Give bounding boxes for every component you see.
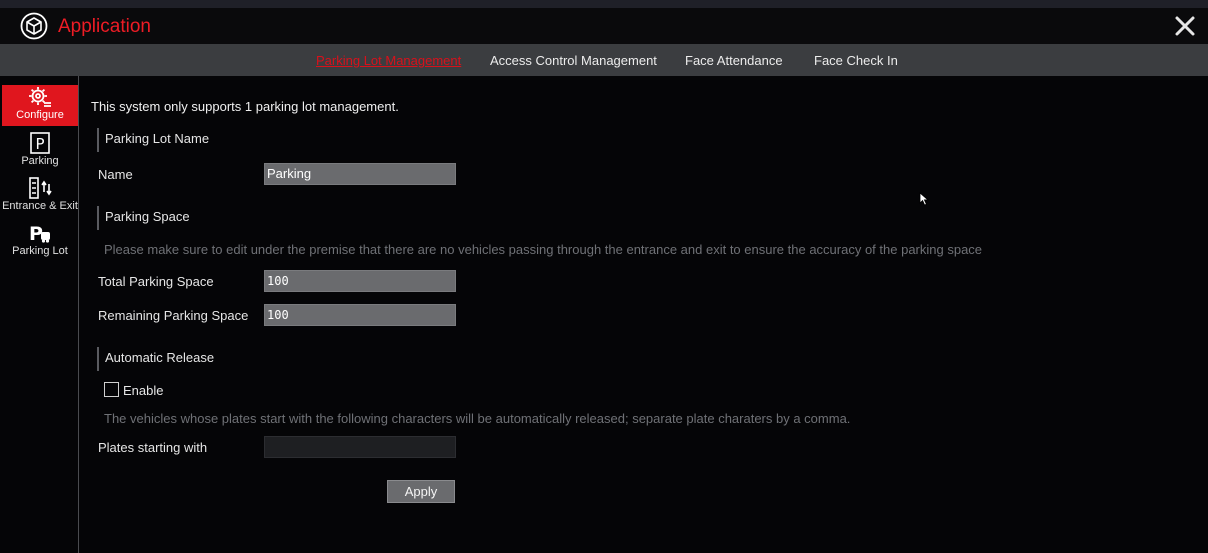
remaining-parking-space-label: Remaining Parking Space: [98, 308, 249, 323]
section-parking-space: Parking Space: [97, 206, 190, 230]
section-parking-lot-name: Parking Lot Name: [97, 128, 209, 152]
gear-icon: [29, 87, 51, 107]
sidebar-item-entrance-exit-label: Entrance & Exit: [2, 200, 78, 212]
plates-starting-with-field[interactable]: [264, 436, 456, 458]
sidebar-item-configure[interactable]: Configure: [2, 85, 78, 126]
apply-button[interactable]: Apply: [387, 480, 455, 503]
sidebar-item-configure-label: Configure: [16, 109, 64, 121]
sidebar-item-parking-lot-label: Parking Lot: [12, 245, 68, 257]
release-hint: The vehicles whose plates start with the…: [104, 411, 851, 426]
app-title: Application: [58, 16, 151, 37]
main-content: This system only supports 1 parking lot …: [79, 76, 1208, 553]
tab-face-attendance[interactable]: Face Attendance: [685, 53, 783, 68]
svg-text:P: P: [35, 135, 44, 153]
enable-label: Enable: [123, 383, 164, 398]
title-bar: Application: [0, 8, 1208, 44]
tab-parking-lot-management[interactable]: Parking Lot Management: [316, 53, 461, 68]
total-parking-space-label: Total Parking Space: [98, 274, 214, 289]
application-window: Application Parking Lot Management Acces…: [0, 8, 1208, 553]
name-field[interactable]: Parking: [264, 163, 456, 185]
window-top-strip: [0, 0, 1208, 8]
mouse-cursor-icon: [919, 192, 930, 206]
sidebar-item-entrance-exit[interactable]: Entrance & Exit: [2, 176, 78, 216]
section-automatic-release: Automatic Release: [97, 347, 214, 371]
entrance-exit-icon: [29, 177, 52, 199]
close-icon[interactable]: [1172, 13, 1198, 39]
parking-lot-icon: P: [29, 223, 50, 245]
tab-access-control-management[interactable]: Access Control Management: [490, 53, 657, 68]
name-label: Name: [98, 167, 133, 182]
plates-starting-with-label: Plates starting with: [98, 440, 208, 455]
app-logo-icon: [20, 12, 48, 40]
parking-icon: P: [30, 132, 50, 154]
sidebar: Configure P Parking Entrance & Exit P Pa…: [0, 76, 79, 553]
intro-text: This system only supports 1 parking lot …: [91, 99, 399, 114]
tab-face-check-in[interactable]: Face Check In: [814, 53, 898, 68]
tab-bar: Parking Lot Management Access Control Ma…: [0, 44, 1208, 76]
sidebar-item-parking-label: Parking: [21, 155, 59, 167]
enable-checkbox[interactable]: [104, 382, 119, 397]
remaining-parking-space-field[interactable]: 100: [264, 304, 456, 326]
sidebar-item-parking[interactable]: P Parking: [2, 131, 78, 171]
svg-text:P: P: [29, 223, 43, 245]
parking-space-hint: Please make sure to edit under the premi…: [104, 242, 983, 257]
total-parking-space-field[interactable]: 100: [264, 270, 456, 292]
sidebar-item-parking-lot[interactable]: P Parking Lot: [2, 221, 78, 261]
